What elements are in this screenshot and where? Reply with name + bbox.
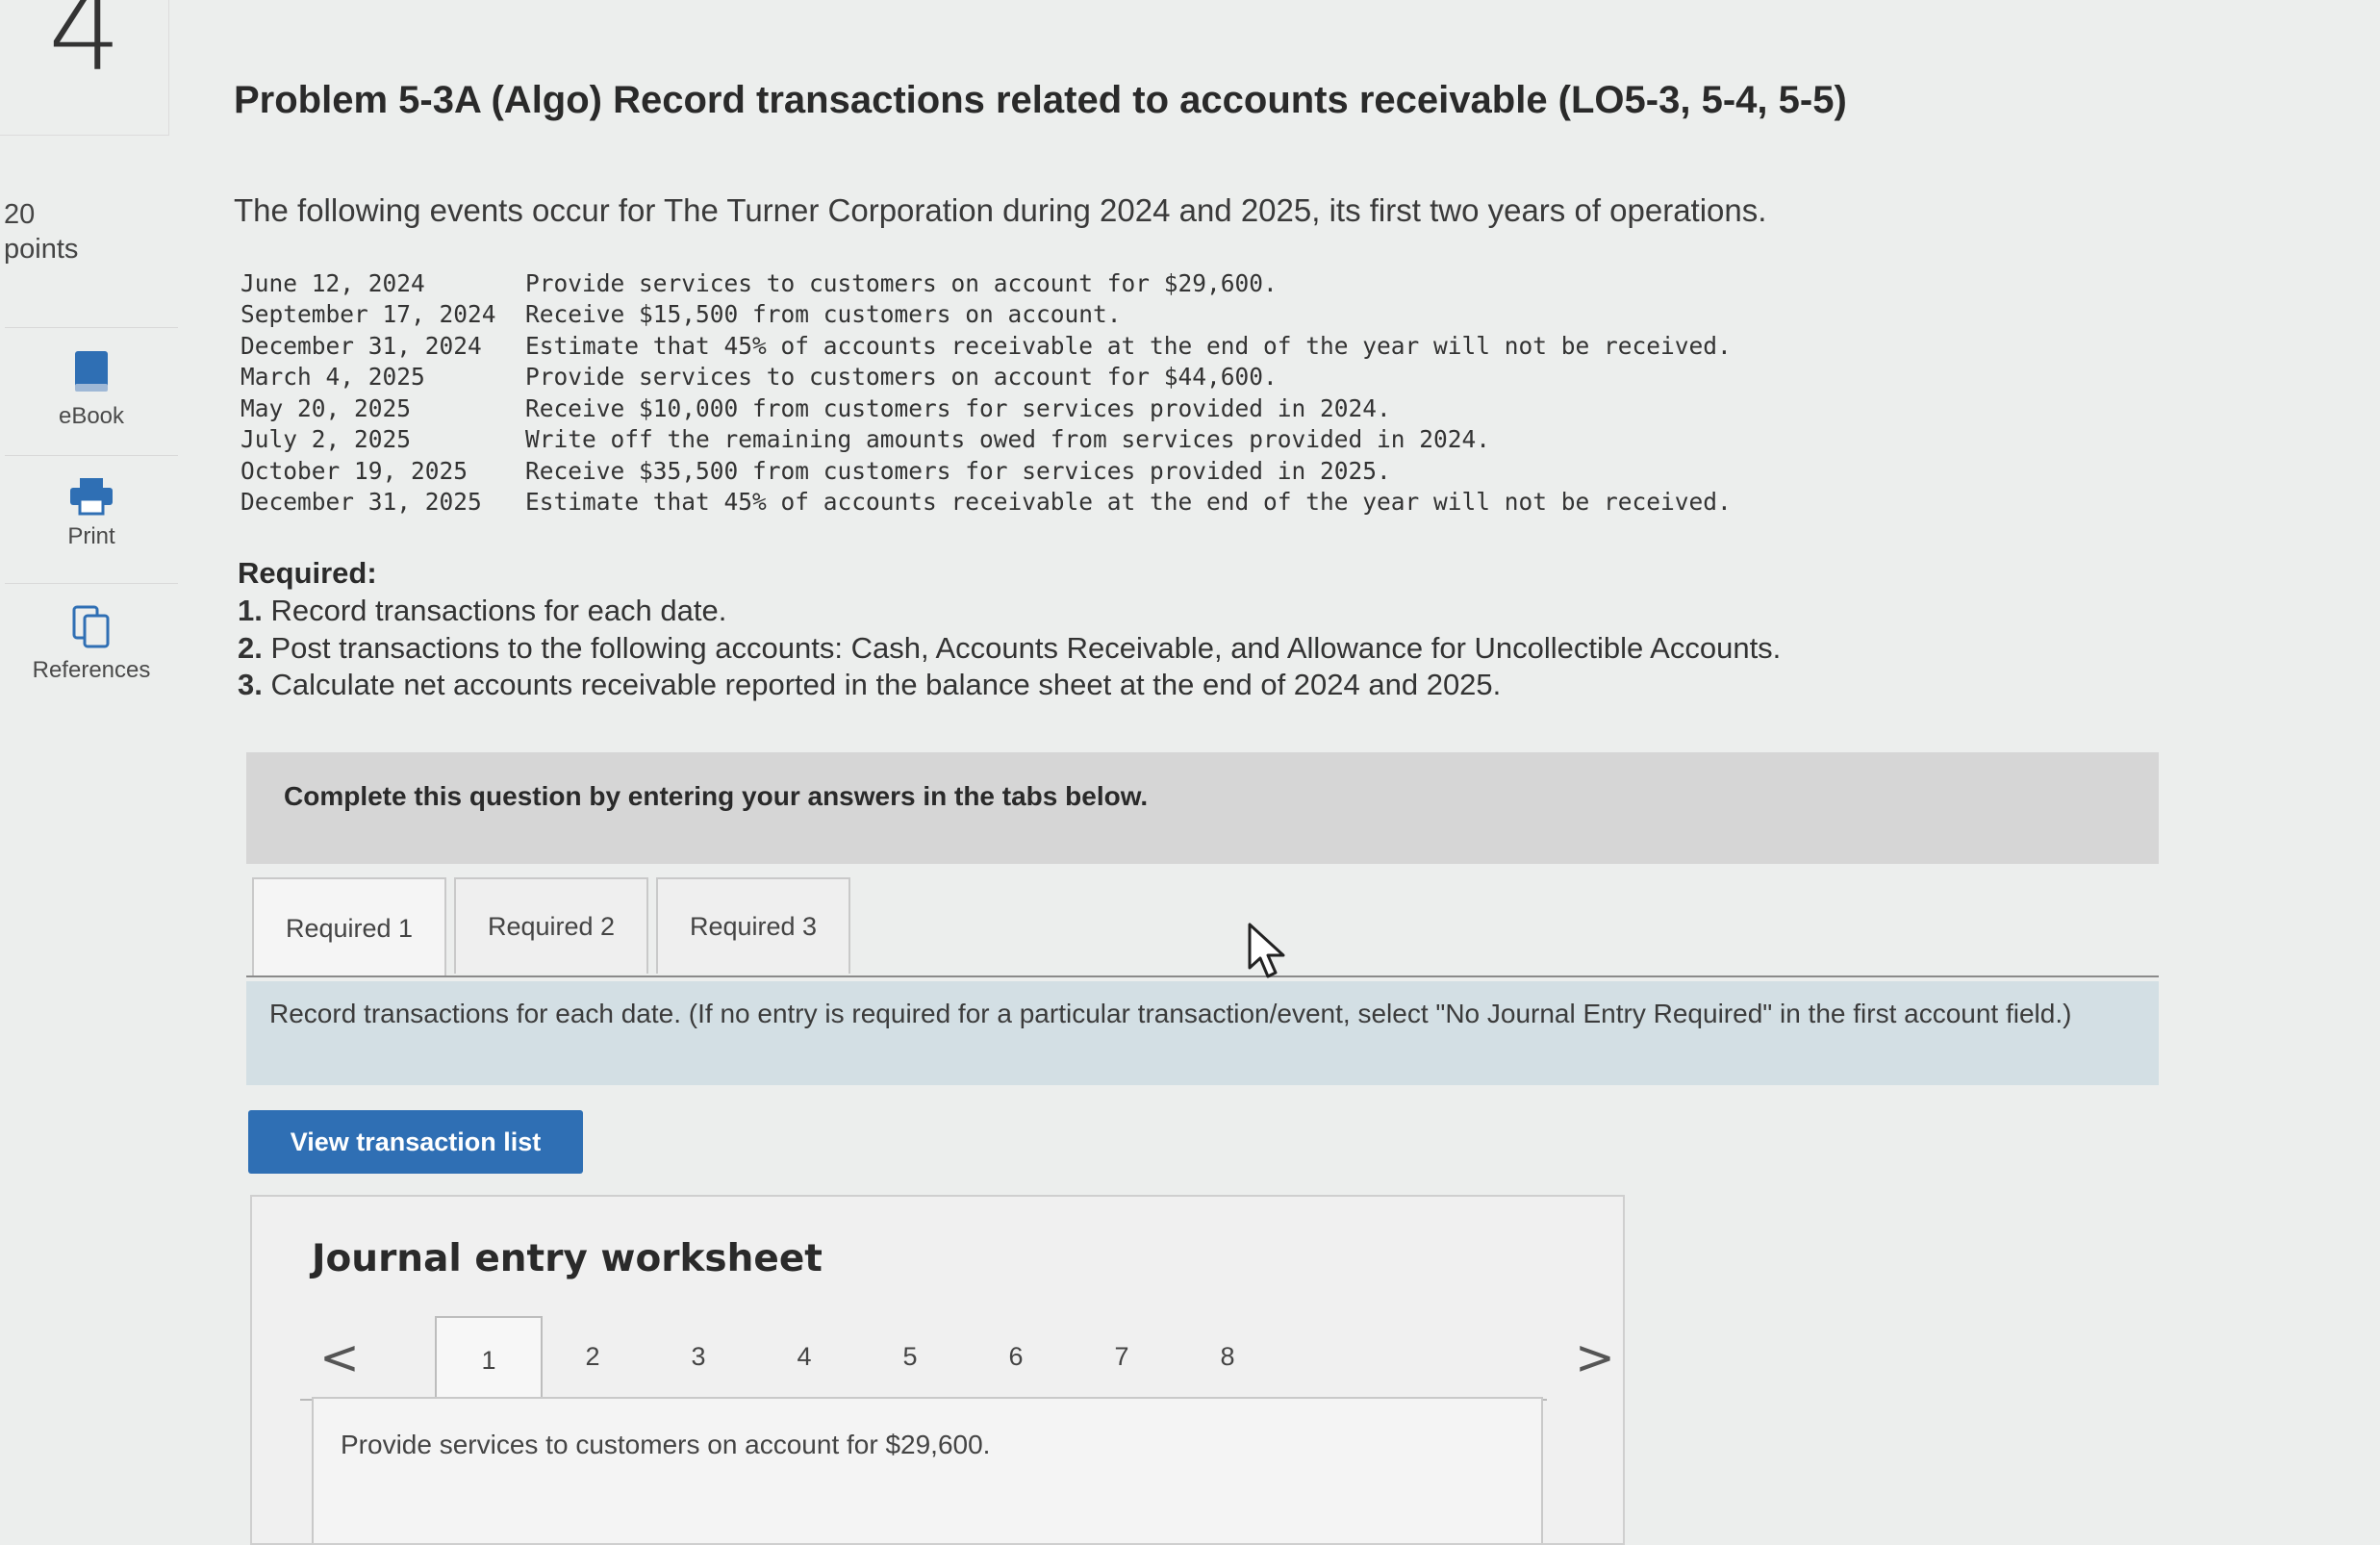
page-tab-8[interactable]: 8: [1176, 1316, 1279, 1397]
event-row: October 19, 2025 Receive $35,500 from cus…: [241, 455, 1732, 487]
required-number: 2.: [238, 630, 263, 665]
journal-entry-worksheet: Journal entry worksheet < 1 2 3 4 5 6 7 …: [250, 1195, 1625, 1545]
tab-required-1[interactable]: Required 1: [252, 877, 446, 977]
tab-instruction-box: Record transactions for each date. (If n…: [246, 981, 2159, 1085]
page-tab-6[interactable]: 6: [964, 1316, 1068, 1397]
banner-text: Complete this question by entering your …: [284, 781, 1149, 811]
points-value: 20: [4, 199, 36, 230]
sidebar-item-label: Print: [67, 523, 115, 549]
event-description: Receive $10,000 from customers for servi…: [525, 393, 1391, 422]
page-tab-3[interactable]: 3: [646, 1316, 750, 1397]
event-description: Provide services to customers on account…: [525, 268, 1278, 297]
event-row: September 17, 2024 Receive $15,500 from c…: [241, 299, 1732, 331]
event-description: Estimate that 45% of accounts receivable…: [525, 488, 1732, 517]
page-tab-4[interactable]: 4: [752, 1316, 856, 1397]
sidebar-item-ebook[interactable]: eBook: [5, 327, 178, 455]
mouse-pointer-icon: [1248, 923, 1285, 978]
event-row: July 2, 2025 Write off the remaining amou…: [241, 424, 1732, 456]
event-date: July 2, 2025: [241, 425, 412, 454]
required-list: 1. Record transactions for each date. 2.…: [238, 594, 1781, 705]
required-item: 2. Post transactions to the following ac…: [238, 631, 1781, 669]
next-page-icon[interactable]: >: [1575, 1330, 1615, 1385]
prev-page-icon[interactable]: <: [319, 1330, 360, 1385]
required-tabs: Required 1 Required 2 Required 3: [252, 877, 858, 977]
event-row: June 12, 2024 Provide services to custome…: [241, 267, 1732, 299]
event-row: March 4, 2025 Provide services to custome…: [241, 362, 1732, 393]
sidebar-item-label: eBook: [58, 403, 125, 429]
required-item: 1. Record transactions for each date.: [238, 594, 1781, 631]
problem-title: Problem 5-3A (Algo) Record transactions …: [234, 79, 1847, 121]
instruction-banner: Complete this question by entering your …: [246, 752, 2159, 864]
view-transaction-list-button[interactable]: View transaction list: [248, 1110, 583, 1174]
event-description: Write off the remaining amounts owed fro…: [525, 425, 1491, 454]
copy-icon: [72, 605, 110, 648]
page-tab-2[interactable]: 2: [541, 1316, 645, 1397]
event-date: March 4, 2025: [241, 363, 425, 392]
book-icon: [75, 351, 108, 392]
transaction-description: Provide services to customers on account…: [341, 1430, 991, 1459]
tab-instruction-text: Record transactions for each date. (If n…: [269, 999, 2072, 1028]
event-row: December 31, 2025 Estimate that 45% of ac…: [241, 487, 1732, 519]
event-date: December 31, 2025: [241, 488, 482, 517]
sidebar-item-references[interactable]: References: [5, 583, 178, 711]
resource-sidebar: eBook Print References: [5, 327, 178, 711]
event-row: December 31, 2024 Estimate that 45% of ac…: [241, 330, 1732, 362]
tab-required-3[interactable]: Required 3: [656, 877, 850, 974]
page-tab-1[interactable]: 1: [435, 1316, 543, 1403]
event-date: October 19, 2025: [241, 456, 468, 485]
event-description: Provide services to customers on account…: [525, 363, 1278, 392]
problem-intro: The following events occur for The Turne…: [234, 192, 1767, 228]
transaction-description-box: Provide services to customers on account…: [312, 1397, 1543, 1543]
required-item: 3. Calculate net accounts receivable rep…: [238, 668, 1781, 705]
required-heading: Required:: [238, 556, 377, 590]
event-row: May 20, 2025 Receive $10,000 from custome…: [241, 393, 1732, 424]
event-description: Estimate that 45% of accounts receivable…: [525, 331, 1732, 360]
tab-divider: [246, 975, 2159, 977]
page-tab-5[interactable]: 5: [858, 1316, 962, 1397]
sidebar-item-label: References: [32, 657, 151, 683]
required-number: 3.: [238, 668, 263, 701]
sidebar-item-print[interactable]: Print: [5, 455, 178, 583]
required-text: Post transactions to the following accou…: [270, 630, 1782, 665]
tab-required-2[interactable]: Required 2: [454, 877, 648, 974]
printer-icon: [70, 478, 113, 516]
event-date: May 20, 2025: [241, 393, 412, 422]
question-number: 4: [48, 0, 122, 97]
required-number: 1.: [238, 594, 263, 627]
required-text: Record transactions for each date.: [270, 594, 727, 627]
events-list: June 12, 2024 Provide services to custome…: [241, 267, 1732, 518]
page-tab-7[interactable]: 7: [1070, 1316, 1174, 1397]
event-date: December 31, 2024: [241, 331, 482, 360]
event-description: Receive $35,500 from customers for servi…: [525, 456, 1391, 485]
event-date: September 17, 2024: [241, 300, 496, 329]
required-text: Calculate net accounts receivable report…: [270, 668, 1502, 701]
points-label: points: [4, 234, 79, 266]
points-indicator: 20 points: [4, 197, 78, 267]
worksheet-title: Journal entry worksheet: [312, 1237, 823, 1280]
event-description: Receive $15,500 from customers on accoun…: [525, 300, 1122, 329]
event-date: June 12, 2024: [241, 268, 425, 297]
